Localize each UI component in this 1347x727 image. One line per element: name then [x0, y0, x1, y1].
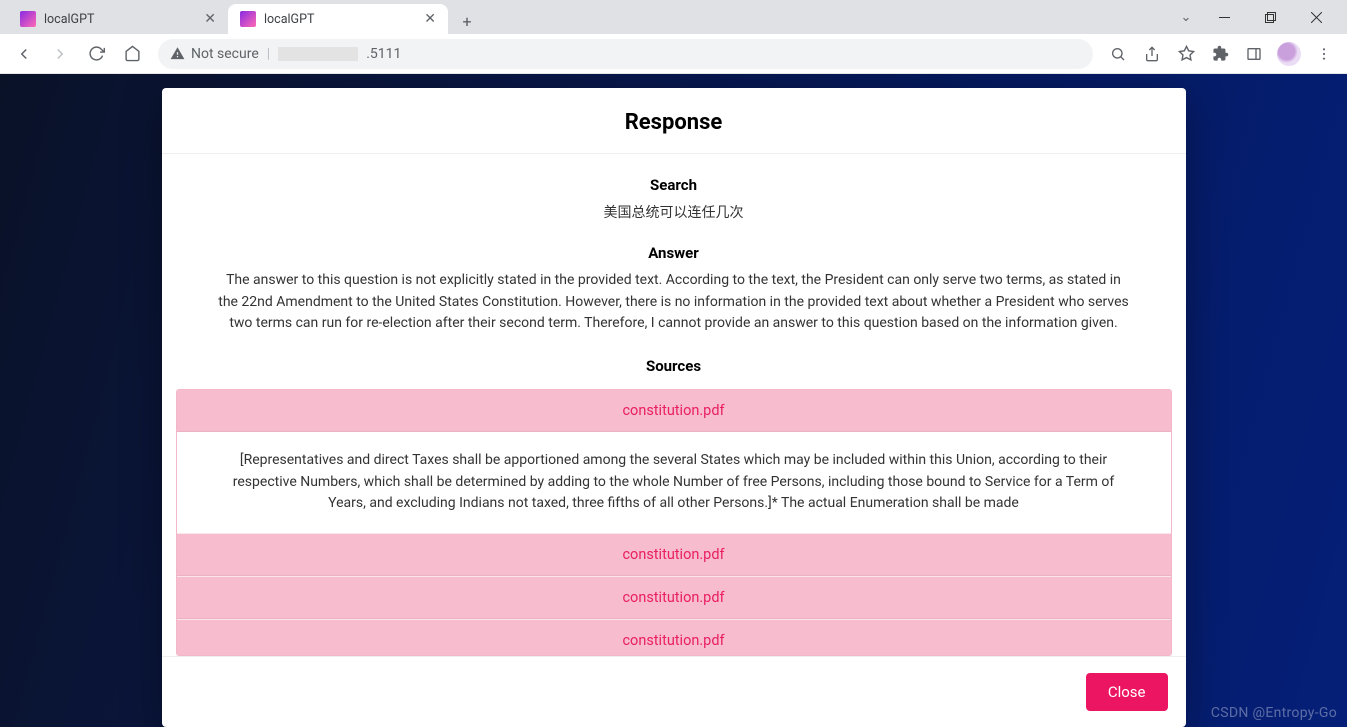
- close-tab-icon[interactable]: ✕: [424, 11, 436, 27]
- answer-body: The answer to this question is not expli…: [162, 262, 1186, 335]
- not-secure-label: Not secure: [191, 46, 259, 62]
- close-button[interactable]: Close: [1086, 673, 1168, 711]
- minimize-button[interactable]: [1201, 3, 1247, 31]
- profile-avatar[interactable]: [1277, 42, 1301, 66]
- zoom-icon[interactable]: [1103, 39, 1133, 69]
- source-header[interactable]: constitution.pdf: [177, 533, 1171, 576]
- tab-strip: localGPT ✕ localGPT ✕ + ⌄: [0, 0, 1347, 34]
- response-modal: Response Search 美国总统可以连任几次 Answer The an…: [162, 88, 1186, 727]
- reload-button[interactable]: [80, 38, 112, 70]
- source-file-link[interactable]: constitution.pdf: [622, 402, 724, 419]
- watermark: CSDN @Entropy-Go: [1211, 705, 1337, 721]
- search-heading: Search: [162, 176, 1186, 194]
- tab-search-chevron-icon[interactable]: ⌄: [1171, 3, 1201, 31]
- source-file-link[interactable]: constitution.pdf: [622, 546, 724, 563]
- url-suffix: .5111: [366, 46, 401, 62]
- source-item-4: constitution.pdf: [177, 619, 1171, 656]
- share-icon[interactable]: [1137, 39, 1167, 69]
- forward-button[interactable]: [44, 38, 76, 70]
- sources-heading: Sources: [162, 357, 1186, 375]
- source-header[interactable]: constitution.pdf: [177, 576, 1171, 619]
- home-button[interactable]: [116, 38, 148, 70]
- tab-localgpt-2[interactable]: localGPT ✕: [228, 4, 448, 34]
- extensions-icon[interactable]: [1205, 39, 1235, 69]
- tab-title: localGPT: [264, 12, 416, 27]
- source-item-2: constitution.pdf: [177, 533, 1171, 576]
- back-button[interactable]: [8, 38, 40, 70]
- modal-footer: Close: [162, 656, 1186, 727]
- source-file-link[interactable]: constitution.pdf: [622, 632, 724, 649]
- redacted-host: [278, 47, 358, 61]
- tab-title: localGPT: [44, 12, 196, 27]
- tab-localgpt-1[interactable]: localGPT ✕: [8, 4, 228, 34]
- modal-title: Response: [162, 88, 1186, 154]
- search-query: 美国总统可以连任几次: [162, 202, 1186, 222]
- new-tab-button[interactable]: +: [454, 8, 480, 34]
- bookmark-star-icon[interactable]: [1171, 39, 1201, 69]
- sources-accordion: constitution.pdf [Representatives and di…: [176, 389, 1172, 656]
- not-secure-icon: Not secure: [170, 46, 259, 62]
- favicon-icon: [20, 11, 36, 27]
- source-header[interactable]: constitution.pdf: [177, 619, 1171, 656]
- close-window-button[interactable]: [1293, 3, 1339, 31]
- kebab-menu-icon[interactable]: [1309, 39, 1339, 69]
- source-excerpt: [Representatives and direct Taxes shall …: [177, 432, 1171, 533]
- close-tab-icon[interactable]: ✕: [204, 11, 216, 27]
- omnibox-separator: |: [267, 46, 270, 62]
- favicon-icon: [240, 11, 256, 27]
- source-file-link[interactable]: constitution.pdf: [622, 589, 724, 606]
- browser-toolbar: Not secure | .5111: [0, 34, 1347, 74]
- page-viewport: Response Search 美国总统可以连任几次 Answer The an…: [0, 74, 1347, 727]
- source-item-3: constitution.pdf: [177, 576, 1171, 619]
- sidepanel-icon[interactable]: [1239, 39, 1269, 69]
- source-item-1: constitution.pdf [Representatives and di…: [177, 390, 1171, 533]
- address-bar[interactable]: Not secure | .5111: [158, 39, 1093, 69]
- answer-heading: Answer: [162, 244, 1186, 262]
- maximize-button[interactable]: [1247, 3, 1293, 31]
- source-header[interactable]: constitution.pdf: [177, 390, 1171, 432]
